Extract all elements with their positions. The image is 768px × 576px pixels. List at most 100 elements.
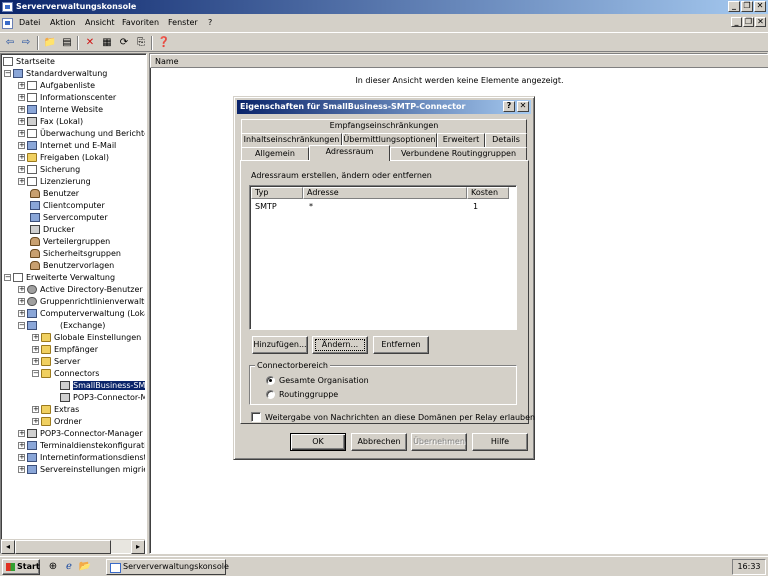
- tree-item[interactable]: + Globale Einstellungen: [32, 332, 141, 344]
- scroll-right-button[interactable]: ▸: [131, 540, 145, 554]
- tree-item[interactable]: + Interne Website: [18, 104, 103, 116]
- tab-details[interactable]: Details: [485, 133, 527, 147]
- iis-icon: [27, 453, 37, 462]
- tab-empfangseinschraenkungen[interactable]: Empfangseinschränkungen: [241, 119, 527, 133]
- help-button[interactable]: Hilfe: [472, 433, 528, 451]
- tree-item[interactable]: + Überwachung und Berichter: [18, 128, 145, 140]
- column-header-name[interactable]: Name: [150, 54, 768, 68]
- tree-item-exchange[interactable]: − (Exchange): [18, 320, 105, 332]
- tree-item[interactable]: + Server: [32, 356, 80, 368]
- list-col-typ[interactable]: Typ: [251, 187, 303, 199]
- tree-item-connectors[interactable]: − Connectors: [32, 368, 99, 380]
- menu-aktion[interactable]: Aktion: [50, 18, 75, 27]
- dialog-title: Eigenschaften für SmallBusiness-SMTP-Con…: [240, 102, 466, 111]
- tree-item[interactable]: + POP3-Connector-Manager: [18, 428, 143, 440]
- ad-icon: [27, 285, 37, 294]
- back-icon[interactable]: ⇦: [3, 36, 17, 50]
- quicklaunch-folder-icon[interactable]: 📂: [78, 560, 92, 574]
- tree-item[interactable]: Clientcomputer: [30, 200, 105, 212]
- tree-item[interactable]: + Active Directory-Benutzer u: [18, 284, 145, 296]
- tab-allgemein[interactable]: Allgemein: [241, 147, 309, 161]
- quicklaunch-ie-icon[interactable]: ℯ: [62, 560, 76, 574]
- scroll-thumb[interactable]: [15, 540, 111, 554]
- mdi-close-button[interactable]: ✕: [755, 17, 766, 27]
- dialog-help-button[interactable]: ?: [503, 101, 515, 112]
- apply-button[interactable]: Übernehmen: [411, 433, 467, 451]
- menu-ansicht[interactable]: Ansicht: [85, 18, 115, 27]
- remove-button[interactable]: Entfernen: [373, 336, 429, 354]
- menu-help[interactable]: ?: [208, 18, 212, 27]
- tree-root[interactable]: Startseite: [3, 56, 55, 68]
- list-col-kosten[interactable]: Kosten: [467, 187, 509, 199]
- tasklist-icon: [27, 81, 37, 90]
- tree-item-standardverwaltung[interactable]: − Standardverwaltung: [4, 68, 107, 80]
- export-list-icon[interactable]: ⎘: [134, 36, 148, 50]
- tree-item-smtp-connector[interactable]: SmallBusiness-SMTF: [60, 380, 145, 392]
- tree-item[interactable]: + Internetinformationsdienste: [18, 452, 145, 464]
- dialog-titlebar[interactable]: Eigenschaften für SmallBusiness-SMTP-Con…: [237, 100, 531, 114]
- radio-routinggruppe[interactable]: [266, 390, 275, 399]
- tree-item[interactable]: Benutzervorlagen: [30, 260, 114, 272]
- tree-item[interactable]: Sicherheitsgruppen: [30, 248, 121, 260]
- tree-item[interactable]: Benutzer: [30, 188, 79, 200]
- tab-adressraum[interactable]: Adressraum: [309, 145, 390, 161]
- tree-item[interactable]: POP3-Connector-M: [60, 392, 145, 404]
- edit-button[interactable]: Ändern...: [312, 336, 368, 354]
- tree-horizontal-scrollbar[interactable]: ◂ ▸: [1, 539, 145, 554]
- add-button[interactable]: Hinzufügen...: [252, 336, 308, 354]
- menu-favoriten[interactable]: Favoriten: [122, 18, 159, 27]
- tree-item[interactable]: + Ordner: [32, 416, 82, 428]
- delete-icon[interactable]: ✕: [83, 36, 97, 50]
- list-col-adresse[interactable]: Adresse: [303, 187, 467, 199]
- dialog-close-button[interactable]: ✕: [517, 101, 529, 112]
- taskbar-item-console[interactable]: Serververwaltungskonsole: [106, 559, 229, 575]
- tree-item[interactable]: + Fax (Lokal): [18, 116, 83, 128]
- tree-item[interactable]: + Servereinstellungen migrier: [18, 464, 145, 476]
- tree-item[interactable]: + Empfänger: [32, 344, 98, 356]
- tree-item[interactable]: + Gruppenrichtlinienverwaltur: [18, 296, 145, 308]
- show-hide-tree-icon[interactable]: ▤: [60, 36, 74, 50]
- mdi-minimize-button[interactable]: _: [731, 17, 742, 27]
- properties-icon[interactable]: ▦: [100, 36, 114, 50]
- radio-gesamte-organisation[interactable]: [266, 376, 275, 385]
- start-button[interactable]: Start: [2, 559, 40, 575]
- tree-item[interactable]: Drucker: [30, 224, 74, 236]
- relay-checkbox[interactable]: [251, 412, 261, 422]
- minimize-button[interactable]: _: [728, 1, 740, 12]
- up-folder-icon[interactable]: 📁: [43, 36, 57, 50]
- tab-verbundene-routinggruppen[interactable]: Verbundene Routinggruppen: [390, 147, 527, 161]
- ok-button[interactable]: OK: [290, 433, 346, 451]
- quicklaunch-explorer-icon[interactable]: ⊕: [46, 560, 60, 574]
- mdi-restore-button[interactable]: ❐: [743, 17, 754, 27]
- restore-button[interactable]: ❐: [741, 1, 753, 12]
- list-cell-kosten[interactable]: 1: [473, 202, 478, 211]
- tab-erweitert[interactable]: Erweitert: [437, 133, 485, 147]
- tree-item[interactable]: + Computerverwaltung (Lokal: [18, 308, 145, 320]
- mdi-icon[interactable]: [2, 18, 13, 29]
- close-button[interactable]: ✕: [754, 1, 766, 12]
- advanced-icon: [13, 273, 23, 282]
- address-space-list[interactable]: Typ Adresse Kosten SMTP * 1: [249, 185, 517, 330]
- cancel-button[interactable]: Abbrechen: [351, 433, 407, 451]
- tree-item[interactable]: + Internet und E-Mail: [18, 140, 116, 152]
- menu-fenster[interactable]: Fenster: [168, 18, 198, 27]
- tree-item[interactable]: + Terminaldienstekonfiguratio: [18, 440, 145, 452]
- tree-item[interactable]: + Aufgabenliste: [18, 80, 95, 92]
- tree-item[interactable]: Servercomputer: [30, 212, 108, 224]
- tree-item[interactable]: + Informationscenter: [18, 92, 116, 104]
- window-titlebar[interactable]: Serververwaltungskonsole _ ❐ ✕: [0, 0, 768, 14]
- tree-item[interactable]: + Lizenzierung: [18, 176, 91, 188]
- folder-icon: [41, 405, 51, 414]
- tree-item[interactable]: + Extras: [32, 404, 79, 416]
- tree-item[interactable]: + Freigaben (Lokal): [18, 152, 109, 164]
- tree-item[interactable]: + Sicherung: [18, 164, 80, 176]
- list-cell-typ[interactable]: SMTP: [255, 202, 277, 211]
- help-icon[interactable]: ❓: [157, 36, 171, 50]
- list-cell-adresse[interactable]: *: [309, 202, 313, 211]
- scroll-left-button[interactable]: ◂: [1, 540, 15, 554]
- tree-item-erweiterte-verwaltung[interactable]: − Erweiterte Verwaltung: [4, 272, 115, 284]
- forward-icon[interactable]: ⇨: [19, 36, 33, 50]
- tree-item[interactable]: Verteilergruppen: [30, 236, 110, 248]
- menu-datei[interactable]: Datei: [19, 18, 40, 27]
- refresh-icon[interactable]: ⟳: [117, 36, 131, 50]
